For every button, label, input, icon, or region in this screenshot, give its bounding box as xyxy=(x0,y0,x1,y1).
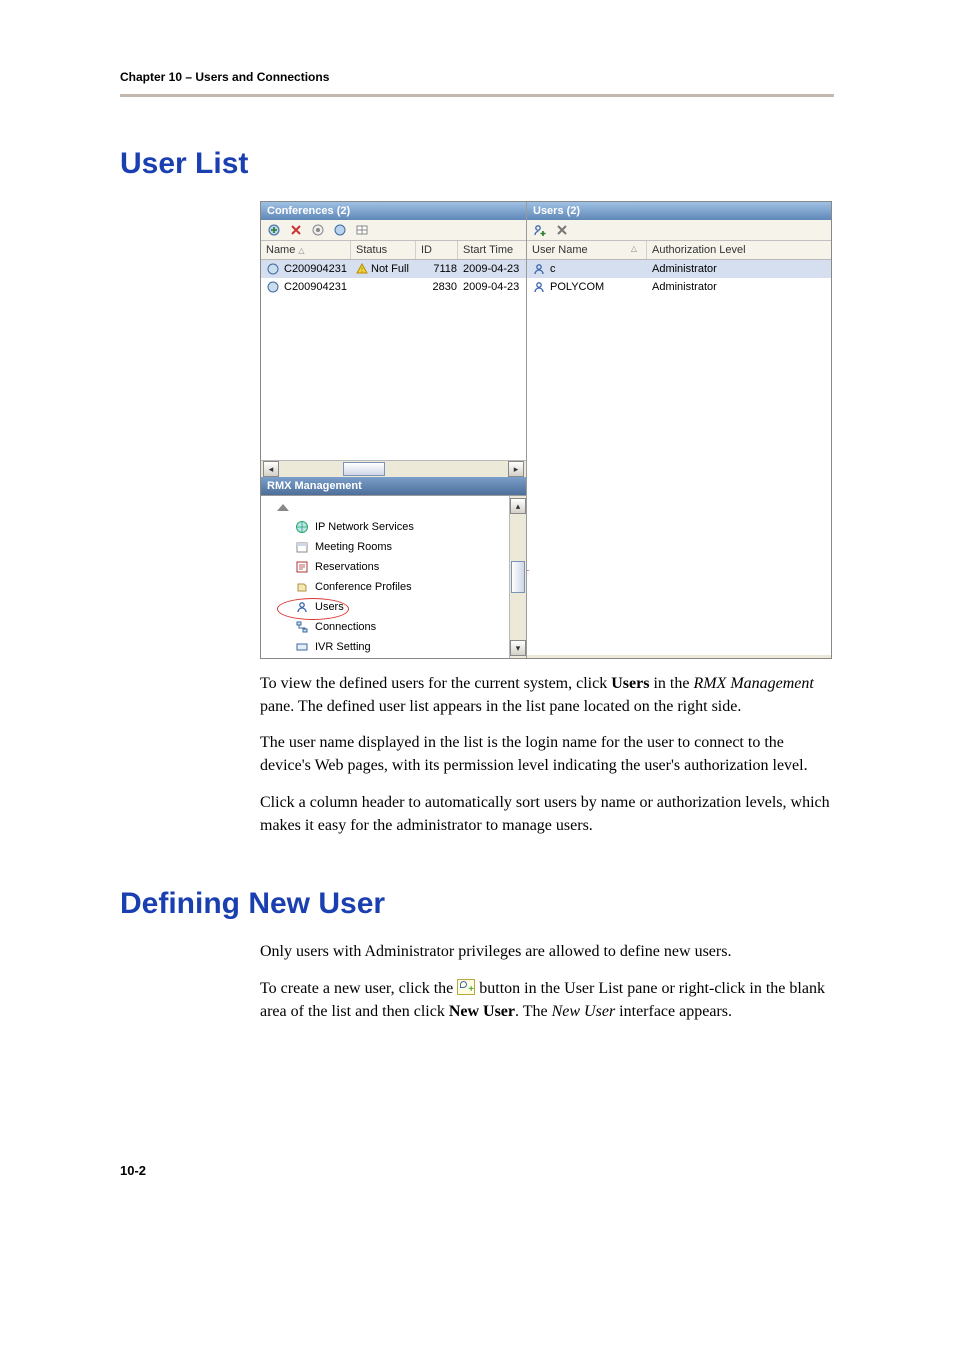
v-scrollbar[interactable]: ▴ ▾ xyxy=(509,496,526,658)
user-name: c xyxy=(550,263,556,275)
col-start[interactable]: Start Time xyxy=(458,241,526,259)
scroll-thumb[interactable] xyxy=(511,561,525,593)
profile-icon xyxy=(295,580,309,594)
users-titlebar: Users (2) xyxy=(527,202,831,220)
sort-icon: △ xyxy=(298,246,304,255)
body-para-2: The user name displayed in the list is t… xyxy=(260,732,834,777)
section-title-user-list: User List xyxy=(120,147,834,181)
scroll-left-button[interactable]: ◂ xyxy=(263,461,279,477)
conf-start: 2009-04-23 xyxy=(463,263,521,275)
col-authlevel[interactable]: Authorization Level xyxy=(647,241,831,259)
scroll-down-button[interactable]: ▾ xyxy=(510,640,526,656)
conf-id: 7118 xyxy=(421,263,463,275)
new-user-icon[interactable] xyxy=(533,223,547,237)
highlight-circle xyxy=(277,598,349,620)
tree-item-meeting-rooms[interactable]: Meeting Rooms xyxy=(293,537,518,557)
body-para-1: To view the defined users for the curren… xyxy=(260,673,834,718)
new-conference-icon[interactable] xyxy=(267,223,281,237)
user-row[interactable]: c Administrator xyxy=(527,260,831,278)
users-header-row[interactable]: User Name △ Authorization Level xyxy=(527,241,831,260)
user-level: Administrator xyxy=(652,263,826,275)
tree-item-reservations[interactable]: Reservations xyxy=(293,557,518,577)
user-icon xyxy=(532,262,546,276)
conference-row[interactable]: C200904231 2830 2009-04-23 xyxy=(261,278,526,296)
conference-icon xyxy=(266,262,280,276)
user-level: Administrator xyxy=(652,281,826,293)
tree-item-ivr[interactable]: IVR Setting xyxy=(293,637,518,657)
tree-item-ip-network[interactable]: IP Network Services xyxy=(293,517,518,537)
warning-icon xyxy=(356,263,368,275)
connection-icon xyxy=(295,620,309,634)
conference-icon xyxy=(266,280,280,294)
ivr-icon xyxy=(295,640,309,654)
rmx-tree: IP Network Services Meeting Rooms Reserv… xyxy=(261,495,526,658)
scroll-up-button[interactable]: ▴ xyxy=(510,498,526,514)
conf-id: 2830 xyxy=(421,281,463,293)
divider xyxy=(120,94,834,97)
col-name[interactable]: Name △ xyxy=(261,241,351,259)
tree-item-conf-profiles[interactable]: Conference Profiles xyxy=(293,577,518,597)
chapter-heading: Chapter 10 – Users and Connections xyxy=(120,70,834,84)
body-para-4: Only users with Administrator privileges… xyxy=(260,941,834,964)
user-icon xyxy=(532,280,546,294)
conference-row[interactable]: C200904231 Not Full 7118 2009-04-23 xyxy=(261,260,526,278)
refresh-conference-icon[interactable] xyxy=(333,223,347,237)
collapse-toggle-icon[interactable] xyxy=(277,504,289,511)
user-row[interactable]: POLYCOM Administrator xyxy=(527,278,831,296)
scroll-thumb[interactable] xyxy=(343,462,385,476)
delete-user-icon[interactable] xyxy=(555,223,569,237)
conferences-titlebar: Conferences (2) xyxy=(261,202,526,220)
conferences-body: C200904231 Not Full 7118 2009-04-23 C200… xyxy=(261,260,526,460)
conferences-header-row[interactable]: Name △ Status ID Start Time xyxy=(261,241,526,260)
reservation-icon xyxy=(295,560,309,574)
conf-status: Not Full xyxy=(371,263,409,275)
conf-name: C200904231 xyxy=(280,263,356,275)
layout-icon[interactable] xyxy=(355,223,369,237)
user-name: POLYCOM xyxy=(550,281,604,293)
tree-item-connections[interactable]: Connections xyxy=(293,617,518,637)
body-para-5: To create a new user, click the button i… xyxy=(260,978,834,1023)
delete-conference-icon[interactable] xyxy=(289,223,303,237)
conf-name: C200904231 xyxy=(280,281,356,293)
page-number: 10-2 xyxy=(120,1163,834,1178)
conferences-toolbar xyxy=(261,220,526,241)
col-status[interactable]: Status xyxy=(351,241,416,259)
users-toolbar xyxy=(527,220,831,241)
users-body: c Administrator POLYCOM Administrator xyxy=(527,260,831,655)
h-scrollbar[interactable]: ◂ ▸ xyxy=(261,460,526,477)
sort-icon: △ xyxy=(631,244,637,253)
scroll-right-button[interactable]: ▸ xyxy=(508,461,524,477)
col-id[interactable]: ID xyxy=(416,241,458,259)
section-title-defining-new-user: Defining New User xyxy=(120,887,834,921)
new-user-inline-icon xyxy=(457,979,475,995)
col-username[interactable]: User Name △ xyxy=(527,241,647,259)
screenshot: Conferences (2) xyxy=(260,201,832,659)
body-para-3: Click a column header to automatically s… xyxy=(260,792,834,837)
globe-icon xyxy=(295,520,309,534)
calendar-icon xyxy=(295,540,309,554)
conference-settings-icon[interactable] xyxy=(311,223,325,237)
rmx-management-titlebar: RMX Management xyxy=(261,477,526,495)
conf-start: 2009-04-23 xyxy=(463,281,521,293)
